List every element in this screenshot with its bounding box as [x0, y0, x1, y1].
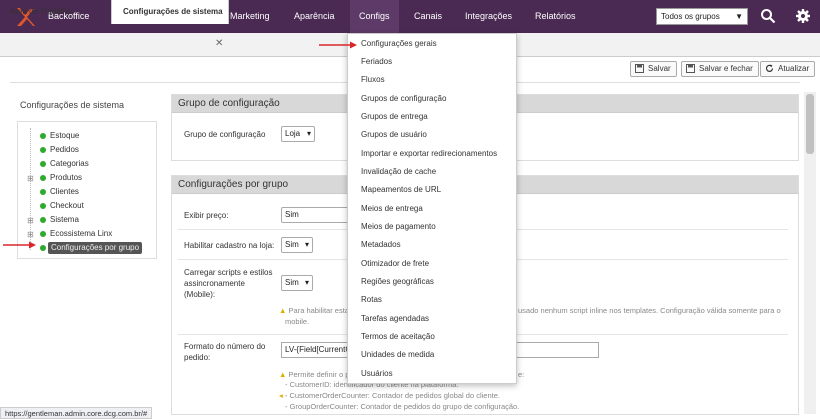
scrollbar-thumb[interactable]	[806, 94, 814, 154]
menu-item-fluxos[interactable]: Fluxos	[361, 75, 385, 85]
async-scripts-label-line3: (Mobile):	[184, 290, 216, 299]
menu-item-otimizador-de-frete[interactable]: Otimizador de frete	[361, 259, 429, 269]
config-group-label: Grupo de configuração	[184, 130, 266, 139]
nav-item-aparencia[interactable]: Aparência	[294, 0, 335, 33]
tab-configuracoes-de-sistema[interactable]: Configurações de sistema	[111, 0, 229, 24]
menu-item-rotas[interactable]: Rotas	[361, 295, 382, 305]
configs-dropdown-menu: Configurações gerais Feriados Fluxos Gru…	[347, 33, 517, 384]
async-scripts-help-a: ▲ Para habilitar esta	[279, 306, 349, 315]
close-icon[interactable]: ✕	[215, 38, 223, 49]
show-price-label: Exibir preço:	[184, 211, 229, 220]
enable-registration-select[interactable]: Sim ▾	[281, 237, 313, 253]
menu-item-regioes-geograficas[interactable]: Regiões geográficas	[361, 277, 434, 287]
order-number-format-label-line1: Formato do número do	[184, 342, 266, 351]
menu-item-unidades-de-medida[interactable]: Unidades de medida	[361, 350, 434, 360]
status-dot-icon	[40, 175, 46, 181]
expand-icon[interactable]: ⊞	[27, 215, 34, 227]
order-format-help-b: e:	[518, 370, 525, 379]
refresh-label: Atualizar	[778, 64, 810, 73]
async-scripts-label-line1: Carregar scripts e estilos	[184, 268, 273, 277]
refresh-button[interactable]: Atualizar	[760, 61, 816, 77]
chevron-down-icon: ▾	[304, 278, 309, 287]
show-price-select[interactable]: Sim	[281, 207, 351, 223]
menu-item-meios-de-pagamento[interactable]: Meios de pagamento	[361, 222, 436, 232]
status-dot-icon	[40, 147, 46, 153]
enable-registration-label: Habilitar cadastro na loja:	[184, 241, 275, 250]
menu-item-grupos-de-entrega[interactable]: Grupos de entrega	[361, 112, 428, 122]
menu-item-importar-exportar-redirecionamentos[interactable]: Importar e exportar redirecionamentos	[361, 149, 497, 159]
async-scripts-help-b: usado nenhum script inline nos templates…	[518, 306, 781, 315]
status-url: https://gentleman.admin.core.dcg.com.br/…	[0, 407, 153, 419]
menu-item-meios-de-entrega[interactable]: Meios de entrega	[361, 204, 423, 214]
order-format-help-e: - GroupOrderCounter: Contador de pedidos…	[285, 402, 520, 411]
menu-item-tarefas-agendadas[interactable]: Tarefas agendadas	[361, 314, 429, 324]
save-label: Salvar	[648, 64, 671, 73]
show-price-value: Sim	[285, 210, 299, 219]
status-dot-icon	[40, 245, 46, 251]
tab-area-de-trabalho[interactable]: Área de Trabalho	[10, 0, 100, 24]
order-format-help-a: ▲ Permite definir o p	[279, 370, 350, 379]
chevron-down-icon: ▾	[306, 129, 311, 138]
nav-item-configs[interactable]: Configs	[350, 0, 399, 33]
menu-item-metadados[interactable]: Metadados	[361, 240, 401, 250]
nav-item-relatorios[interactable]: Relatórios	[535, 0, 576, 33]
save-icon	[686, 64, 695, 73]
annotation-arrow-icon	[319, 41, 357, 49]
chevron-down-icon: ▼	[735, 12, 743, 21]
enable-registration-value: Sim	[285, 240, 299, 249]
expand-icon[interactable]: ⊞	[27, 173, 34, 185]
group-select[interactable]: Todos os grupos ▼	[656, 8, 748, 25]
status-dot-icon	[40, 217, 46, 223]
save-and-close-button[interactable]: Salvar e fechar	[681, 61, 759, 77]
async-scripts-help-c: mobile.	[285, 317, 310, 326]
menu-item-termos-de-aceitacao[interactable]: Termos de aceitação	[361, 332, 435, 342]
menu-item-grupos-de-configuracao[interactable]: Grupos de configuração	[361, 94, 446, 104]
menu-item-configuracoes-gerais[interactable]: Configurações gerais	[361, 39, 437, 49]
nav-item-canais[interactable]: Canais	[414, 0, 442, 33]
config-group-select[interactable]: Loja ▾	[281, 126, 315, 142]
sidebar-title: Configurações de sistema	[20, 100, 125, 110]
save-and-close-label: Salvar e fechar	[699, 64, 753, 73]
refresh-icon	[765, 64, 774, 72]
gear-icon[interactable]	[795, 8, 811, 24]
menu-item-invalidacao-de-cache[interactable]: Invalidação de cache	[361, 167, 436, 177]
nav-item-marketing[interactable]: Marketing	[230, 0, 270, 33]
menu-item-usuarios[interactable]: Usuários	[361, 369, 393, 379]
menu-item-grupos-de-usuario[interactable]: Grupos de usuário	[361, 130, 427, 140]
status-dot-icon	[40, 161, 46, 167]
async-scripts-label-line2: assincronamente	[184, 279, 245, 288]
async-scripts-value: Sim	[285, 278, 299, 287]
search-icon[interactable]	[760, 8, 776, 24]
menu-item-feriados[interactable]: Feriados	[361, 57, 392, 67]
status-dot-icon	[40, 203, 46, 209]
async-scripts-select[interactable]: Sim ▾	[281, 275, 313, 291]
nav-item-integracoes[interactable]: Integrações	[465, 0, 512, 33]
settings-tree: Estoque Pedidos Categorias ⊞ Produtos Cli…	[17, 121, 157, 259]
save-icon	[635, 64, 644, 73]
order-number-format-label-line2: pedido:	[184, 353, 211, 362]
save-button[interactable]: Salvar	[630, 61, 677, 77]
status-dot-icon	[40, 231, 46, 237]
group-select-value: Todos os grupos	[661, 12, 720, 21]
chevron-down-icon: ▾	[304, 240, 309, 249]
order-format-help-d: ◂ - CustomerOrderCounter: Contador de pe…	[279, 391, 500, 400]
menu-item-mapeamentos-de-url[interactable]: Mapeamentos de URL	[361, 185, 441, 195]
status-dot-icon	[40, 133, 46, 139]
annotation-arrow-icon	[3, 241, 36, 249]
status-dot-icon	[40, 189, 46, 195]
config-group-value: Loja	[285, 129, 301, 138]
